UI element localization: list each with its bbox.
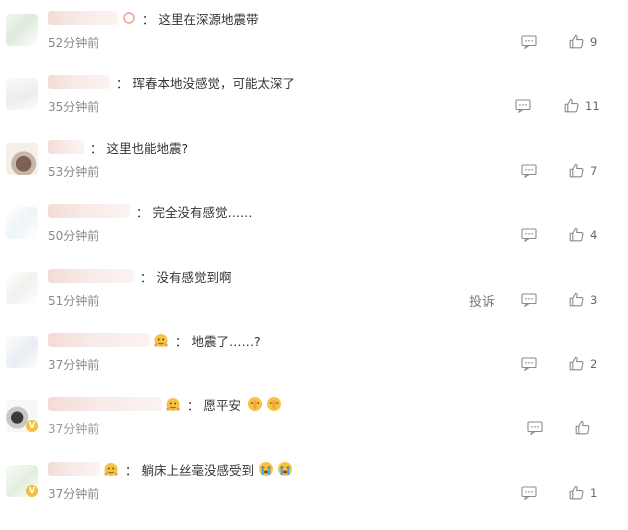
thumbs-up-icon [569, 227, 584, 242]
username[interactable] [48, 75, 110, 89]
comment-bubble-icon[interactable] [521, 228, 537, 242]
thumbs-up-icon [569, 356, 584, 371]
user-avatar[interactable] [6, 272, 38, 304]
thumbs-up-icon [569, 163, 584, 178]
like-count: 4 [590, 227, 598, 242]
like-button[interactable]: 11 [564, 98, 600, 113]
comment-line: ： 珲春本地没感觉，可能太深了 [48, 72, 295, 92]
verified-badge-icon: V [26, 485, 38, 497]
comment-time: 37分钟前 [48, 422, 100, 436]
like-count: 7 [590, 163, 598, 178]
thumbs-up-icon [575, 420, 590, 435]
comment-item: V ： 愿平安 37分钟前 [0, 386, 628, 450]
user-avatar[interactable] [6, 336, 38, 368]
comment-line: ： 地震了……? [48, 330, 261, 350]
comment-bubble-icon[interactable] [521, 293, 537, 307]
comment-item: ： 没有感觉到啊 51分钟前 投诉 3 [0, 258, 628, 322]
thumbs-up-icon [569, 292, 584, 307]
like-button[interactable]: 1 [569, 485, 597, 500]
fan-badge-icon [123, 12, 135, 24]
comment-item: ： 这里也能地震? 53分钟前 7 [0, 129, 628, 193]
comment-text: 愿平安 [203, 397, 242, 413]
comment-bubble-icon[interactable] [527, 421, 543, 435]
thumbs-up-icon [569, 34, 584, 49]
comment-time: 51分钟前 [48, 294, 100, 308]
comment-text: 完全没有感觉…… [152, 204, 253, 220]
thumbs-up-icon [564, 98, 579, 113]
user-avatar[interactable] [6, 143, 38, 175]
like-count: 1 [590, 485, 598, 500]
comment-item: ： 珲春本地没感觉，可能太深了 35分钟前 11 [0, 64, 628, 128]
comment-text: 这里在深源地震带 [158, 11, 259, 27]
comment-time: 53分钟前 [48, 165, 100, 179]
thumbs-up-icon [569, 485, 584, 500]
pray-emoji-icon [248, 397, 263, 411]
crying-emoji-icon [278, 462, 293, 476]
username[interactable] [48, 333, 150, 347]
comment-time: 37分钟前 [48, 358, 100, 372]
like-button[interactable]: 2 [569, 356, 597, 371]
user-avatar[interactable] [6, 14, 38, 46]
comment-item: ： 完全没有感觉…… 50分钟前 4 [0, 193, 628, 257]
like-button[interactable]: 9 [569, 34, 597, 49]
comment-text: 珲春本地没感觉，可能太深了 [132, 75, 296, 91]
comment-item: ： 这里在深源地震带 52分钟前 9 [0, 0, 628, 64]
comment-bubble-icon[interactable] [515, 99, 531, 113]
comment-time: 50分钟前 [48, 229, 100, 243]
like-button[interactable]: 3 [569, 292, 597, 307]
user-avatar[interactable] [6, 207, 38, 239]
comment-text: 躺床上丝毫没感受到 [141, 462, 255, 478]
username[interactable] [48, 397, 162, 411]
username[interactable] [48, 462, 100, 476]
colon-separator: ： [142, 11, 155, 27]
like-button[interactable]: 4 [569, 227, 597, 242]
comment-time: 37分钟前 [48, 487, 100, 501]
fan-badge-icon [166, 398, 180, 411]
fan-badge-icon [104, 463, 118, 476]
report-link[interactable]: 投诉 [469, 291, 495, 310]
like-button[interactable] [575, 420, 596, 435]
comment-text: 没有感觉到啊 [156, 269, 232, 285]
like-count: 2 [590, 356, 598, 371]
comment-line: ： 躺床上丝毫没感受到 [48, 459, 293, 479]
colon-separator: ： [116, 75, 129, 91]
comment-text: 这里也能地震? [106, 140, 189, 156]
colon-separator: ： [136, 204, 149, 220]
pray-emoji-icon [267, 397, 282, 411]
comment-time: 35分钟前 [48, 100, 100, 114]
comment-bubble-icon[interactable] [521, 357, 537, 371]
username[interactable] [48, 269, 134, 283]
comment-line: ： 这里在深源地震带 [48, 8, 259, 28]
comment-line: ： 这里也能地震? [48, 137, 188, 157]
like-button[interactable]: 7 [569, 163, 597, 178]
like-count: 3 [590, 292, 598, 307]
comment-text: 地震了……? [191, 333, 261, 349]
comment-time: 52分钟前 [48, 36, 100, 50]
fan-badge-icon [154, 334, 168, 347]
like-count: 11 [585, 98, 600, 113]
crying-emoji-icon [259, 462, 274, 476]
comment-bubble-icon[interactable] [521, 486, 537, 500]
comment-item: V ： 躺床上丝毫没感受到 37分钟前 1 [0, 451, 628, 515]
comment-bubble-icon[interactable] [521, 35, 537, 49]
colon-separator: ： [90, 140, 103, 156]
user-avatar[interactable] [6, 78, 38, 110]
colon-separator: ： [140, 269, 153, 285]
comment-line: ： 没有感觉到啊 [48, 266, 232, 286]
colon-separator: ： [187, 397, 200, 413]
colon-separator: ： [175, 333, 188, 349]
username[interactable] [48, 11, 118, 25]
username[interactable] [48, 204, 130, 218]
verified-badge-icon: V [26, 420, 38, 432]
like-count: 9 [590, 34, 598, 49]
comment-bubble-icon[interactable] [521, 164, 537, 178]
comment-line: ： 完全没有感觉…… [48, 201, 253, 221]
comment-line: ： 愿平安 [48, 394, 282, 414]
comment-item: ： 地震了……? 37分钟前 2 [0, 322, 628, 386]
username[interactable] [48, 140, 84, 154]
colon-separator: ： [125, 462, 138, 478]
